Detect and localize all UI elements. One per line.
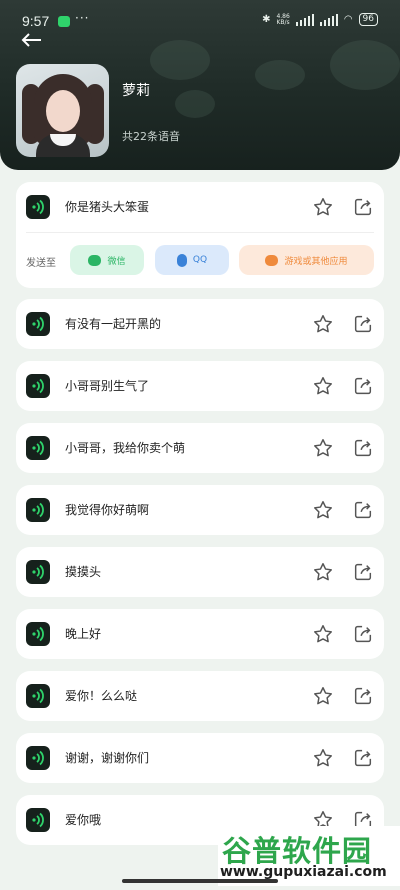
signal-icon-2 [319, 13, 338, 26]
header: 9:57 ··· ✱ 4.86 KB/s ◠ 96 萝莉 共22条语音 [0, 0, 400, 170]
play-voice-icon[interactable] [26, 684, 50, 708]
watermark: 谷普软件园 www.gupuxiazai.com [218, 826, 400, 886]
bg-blob [175, 90, 215, 118]
voice-row[interactable]: 有没有一起开黑的 [16, 299, 384, 349]
wifi-icon: ◠ [343, 14, 353, 25]
star-icon[interactable] [312, 375, 334, 397]
share-icon[interactable] [352, 561, 374, 583]
send-qq-label: QQ [192, 255, 208, 265]
back-arrow-icon[interactable] [20, 30, 46, 50]
star-icon[interactable] [312, 196, 334, 218]
voice-card[interactable]: 小哥哥，我给你卖个萌 [16, 423, 384, 473]
star-icon[interactable] [312, 685, 334, 707]
star-icon[interactable] [312, 437, 334, 459]
voice-row[interactable]: 谢谢，谢谢你们 [16, 733, 384, 783]
play-voice-icon[interactable] [26, 622, 50, 646]
voice-title: 爱你！么么哒 [65, 689, 138, 703]
play-voice-icon[interactable] [26, 312, 50, 336]
qq-icon [176, 253, 187, 267]
share-icon[interactable] [352, 747, 374, 769]
voice-card[interactable]: 小哥哥别生气了 [16, 361, 384, 411]
avatar [16, 64, 109, 157]
voice-row[interactable]: 摸摸头 [16, 547, 384, 597]
voice-title: 小哥哥别生气了 [65, 379, 150, 393]
star-icon[interactable] [312, 499, 334, 521]
voice-row[interactable]: 我觉得你好萌啊 [16, 485, 384, 535]
avatar-face [46, 90, 80, 132]
play-voice-icon[interactable] [26, 498, 50, 522]
play-voice-icon[interactable] [26, 195, 50, 219]
voice-title: 爱你哦 [65, 813, 102, 827]
voice-title: 晚上好 [65, 627, 102, 641]
play-voice-icon[interactable] [26, 746, 50, 770]
bluetooth-icon: ✱ [262, 14, 271, 25]
pack-name: 萝莉 [122, 83, 150, 99]
status-bar: 9:57 ··· ✱ 4.86 KB/s ◠ 96 [0, 0, 400, 30]
voice-title: 有没有一起开黑的 [65, 317, 162, 331]
more-notifications: ··· [75, 11, 90, 25]
play-voice-icon[interactable] [26, 436, 50, 460]
voice-card[interactable]: 摸摸头 [16, 547, 384, 597]
bg-blob [255, 60, 305, 90]
send-game-label: 游戏或其他应用 [284, 256, 348, 267]
voice-title: 我觉得你好萌啊 [65, 503, 150, 517]
voice-title: 小哥哥，我给你卖个萌 [65, 441, 186, 455]
play-voice-icon[interactable] [26, 374, 50, 398]
voice-row[interactable]: 你是猪头大笨蛋 [16, 182, 384, 232]
bg-blob [330, 40, 400, 90]
play-voice-icon[interactable] [26, 560, 50, 584]
send-wechat-button[interactable]: 微信 [70, 245, 144, 275]
net-speed: 4.86 KB/s [276, 12, 290, 26]
send-game-button[interactable]: 游戏或其他应用 [239, 245, 374, 275]
send-to-row: 发送至 微信 QQ 游戏或其他应用 [26, 232, 374, 288]
voice-card[interactable]: 爱你！么么哒 [16, 671, 384, 721]
voice-title: 谢谢，谢谢你们 [65, 751, 150, 765]
voice-title: 你是猪头大笨蛋 [65, 200, 150, 214]
share-icon[interactable] [352, 313, 374, 335]
voice-card[interactable]: 我觉得你好萌啊 [16, 485, 384, 535]
star-icon[interactable] [312, 313, 334, 335]
signal-icon [295, 13, 314, 26]
status-time: 9:57 [22, 13, 50, 29]
voice-card[interactable]: 晚上好 [16, 609, 384, 659]
watermark-url: www.gupuxiazai.com [220, 864, 387, 880]
gamepad-icon [265, 254, 279, 266]
send-qq-button[interactable]: QQ [155, 245, 229, 275]
bg-blob [150, 40, 210, 80]
star-icon[interactable] [312, 561, 334, 583]
status-icons: ✱ 4.86 KB/s ◠ 96 [262, 13, 378, 26]
share-icon[interactable] [352, 623, 374, 645]
voice-row[interactable]: 晚上好 [16, 609, 384, 659]
send-to-label: 发送至 [26, 258, 56, 269]
send-wechat-label: 微信 [107, 256, 126, 267]
voice-card[interactable]: 谢谢，谢谢你们 [16, 733, 384, 783]
battery-indicator: 96 [358, 13, 378, 26]
share-icon[interactable] [352, 685, 374, 707]
share-icon[interactable] [352, 196, 374, 218]
voice-row[interactable]: 小哥哥，我给你卖个萌 [16, 423, 384, 473]
voice-title: 摸摸头 [65, 565, 102, 579]
voice-card[interactable]: 有没有一起开黑的 [16, 299, 384, 349]
share-icon[interactable] [352, 375, 374, 397]
home-indicator[interactable] [122, 879, 278, 883]
wechat-icon [88, 254, 102, 266]
share-icon[interactable] [352, 499, 374, 521]
wechat-notification-icon [58, 16, 70, 27]
voice-card-expanded: 你是猪头大笨蛋 发送至 微信 QQ 游戏或其他应用 [16, 182, 384, 288]
voice-row[interactable]: 爱你！么么哒 [16, 671, 384, 721]
play-voice-icon[interactable] [26, 808, 50, 832]
share-icon[interactable] [352, 437, 374, 459]
voice-row[interactable]: 小哥哥别生气了 [16, 361, 384, 411]
clip-count: 共22条语音 [122, 130, 180, 143]
star-icon[interactable] [312, 747, 334, 769]
star-icon[interactable] [312, 623, 334, 645]
